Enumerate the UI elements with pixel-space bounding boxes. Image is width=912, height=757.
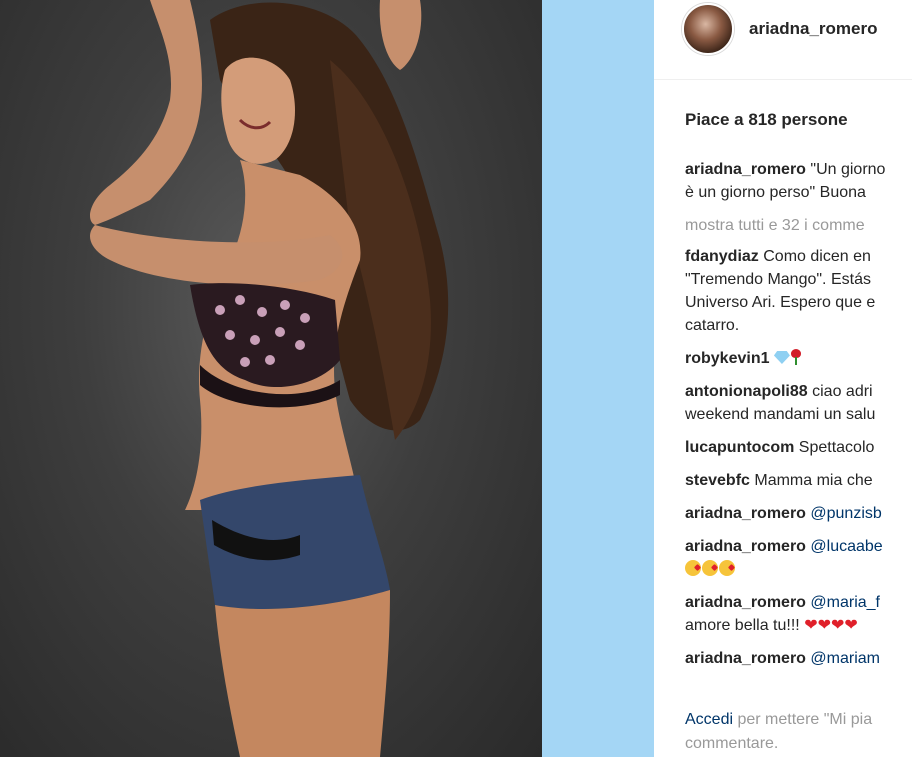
comment-username[interactable]: robykevin1 xyxy=(685,350,769,367)
post-header: ariadna_romero xyxy=(654,0,912,80)
comment-text: Spettacolo xyxy=(798,439,875,456)
comment-username[interactable]: fdanydiaz xyxy=(685,248,759,265)
comment-username[interactable]: ariadna_romero xyxy=(685,505,806,522)
comment-username[interactable]: lucapuntocom xyxy=(685,439,794,456)
comment-text: amore bella tu!!! xyxy=(685,617,800,634)
comment-text: ciao adri xyxy=(812,383,873,400)
login-link[interactable]: Accedi xyxy=(685,711,733,728)
comment-username[interactable]: antonionapoli88 xyxy=(685,383,808,400)
comment-text: "Un giorno xyxy=(810,161,886,178)
post-photo-illustration xyxy=(90,0,449,757)
login-prompt: Accedi per mettere "Mi pia commentare. xyxy=(685,708,912,756)
header-username[interactable]: ariadna_romero xyxy=(749,19,878,39)
likes-count[interactable]: Piace a 818 persone xyxy=(685,110,848,130)
post-side-panel: ariadna_romero Piace a 818 persone ariad… xyxy=(654,0,912,757)
comment-username[interactable]: ariadna_romero xyxy=(685,161,806,178)
comment-text: weekend mandami un salu xyxy=(685,406,876,423)
list-item: robykevin1 xyxy=(685,347,912,370)
mention-link[interactable]: @maria_f xyxy=(810,594,880,611)
heart-icon: ❤ xyxy=(817,617,831,634)
list-item: stevebfc Mamma mia che xyxy=(685,469,912,492)
list-item: antonionapoli88 ciao adri weekend mandam… xyxy=(685,380,912,426)
mention-link[interactable]: @punzisb xyxy=(810,505,881,522)
list-item: ariadna_romero @maria_f amore bella tu!!… xyxy=(685,591,912,637)
rose-icon xyxy=(790,349,802,365)
kiss-icon xyxy=(702,560,718,576)
login-prompt-text-2: commentare. xyxy=(685,735,779,752)
comment-username[interactable]: ariadna_romero xyxy=(685,538,806,555)
kiss-icon xyxy=(685,560,701,576)
caption: ariadna_romero "Un giorno xyxy=(685,158,912,181)
mention-link[interactable]: @mariam xyxy=(810,650,880,667)
list-item: ariadna_romero @punzisb xyxy=(685,502,912,525)
side-gap xyxy=(542,0,654,757)
list-item: lucapuntocom Spettacolo xyxy=(685,436,912,459)
heart-icon: ❤ xyxy=(844,617,858,634)
comment-username[interactable]: ariadna_romero xyxy=(685,594,806,611)
list-item: fdanydiaz Como dicen en "Tremendo Mango"… xyxy=(685,245,912,337)
avatar[interactable] xyxy=(682,3,734,55)
comment-text: Universo Ari. Espero que e xyxy=(685,294,876,311)
comment-text: Como dicen en xyxy=(763,248,871,265)
show-all-comments-link[interactable]: mostra tutti e 32 i comme xyxy=(685,214,912,237)
caption-line: è un giorno perso" Buona xyxy=(685,184,866,201)
heart-icon: ❤ xyxy=(831,617,845,634)
heart-icon: ❤ xyxy=(804,617,818,634)
list-item: ariadna_romero @lucaabe xyxy=(685,535,912,581)
comments-list: ariadna_romero "Un giorno è un giorno pe… xyxy=(685,158,912,670)
kiss-icon xyxy=(719,560,735,576)
login-prompt-text: per mettere "Mi pia xyxy=(733,711,873,728)
comment-text: Mamma mia che xyxy=(754,472,873,489)
comment-username[interactable]: ariadna_romero xyxy=(685,650,806,667)
comment-text: "Tremendo Mango". Estás xyxy=(685,271,871,288)
list-item: ariadna_romero @mariam xyxy=(685,647,912,670)
gem-icon xyxy=(773,351,790,364)
comment-text: catarro. xyxy=(685,317,740,334)
post-photo[interactable] xyxy=(0,0,542,757)
mention-link[interactable]: @lucaabe xyxy=(810,538,882,555)
comment-username[interactable]: stevebfc xyxy=(685,472,750,489)
